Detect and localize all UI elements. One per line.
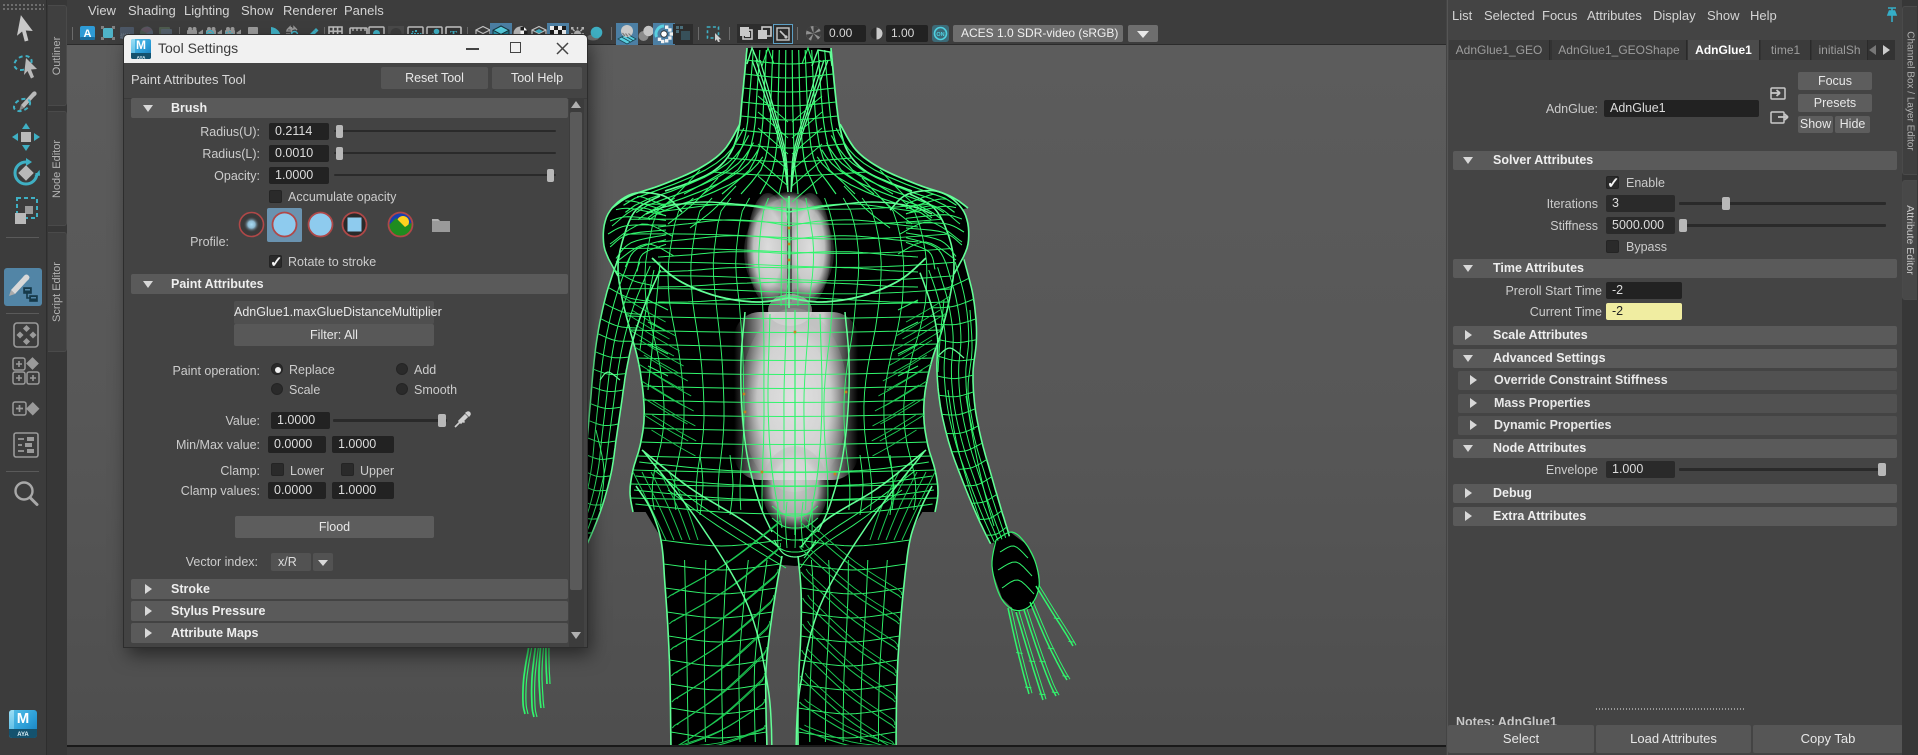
svg-text:ON: ON bbox=[936, 32, 944, 38]
svg-text:A: A bbox=[84, 28, 92, 40]
